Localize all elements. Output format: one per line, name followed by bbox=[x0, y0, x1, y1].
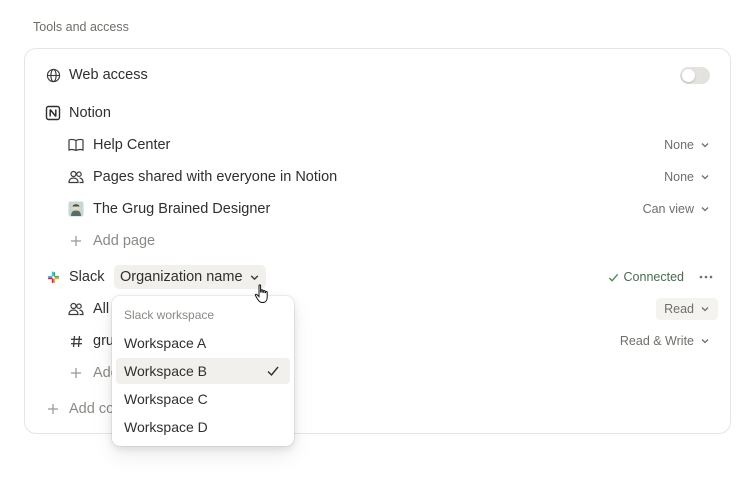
chevron-down-icon bbox=[701, 175, 709, 180]
workspace-option[interactable]: Workspace D bbox=[116, 414, 290, 440]
hand-cursor-icon bbox=[254, 284, 268, 304]
permission-dropdown[interactable]: None bbox=[664, 138, 710, 152]
page-label: The Grug Brained Designer bbox=[93, 201, 271, 217]
plus-icon bbox=[67, 364, 85, 382]
hash-icon bbox=[67, 332, 85, 350]
organization-name: Organization name bbox=[120, 269, 243, 285]
permission-dropdown[interactable]: None bbox=[664, 170, 710, 184]
page-label: Pages shared with everyone in Notion bbox=[93, 169, 338, 185]
page-label: Help Center bbox=[93, 137, 171, 153]
plus-icon bbox=[67, 232, 85, 250]
permission-value: Read & Write bbox=[619, 334, 694, 348]
avatar-image bbox=[67, 200, 85, 218]
permission-dropdown[interactable]: Read & Write bbox=[620, 334, 710, 348]
slack-logo-icon bbox=[44, 268, 62, 286]
permission-value: Read bbox=[664, 302, 694, 316]
workspace-option-label: Workspace A bbox=[124, 335, 207, 351]
book-icon bbox=[67, 136, 85, 154]
check-icon bbox=[267, 366, 279, 377]
plus-icon bbox=[44, 400, 62, 418]
notion-logo-icon bbox=[44, 104, 62, 122]
chevron-down-icon bbox=[701, 207, 709, 212]
connection-status-text: Connected bbox=[623, 270, 684, 284]
add-page-button[interactable]: Add page bbox=[25, 225, 730, 257]
permission-dropdown[interactable]: Can view bbox=[643, 202, 710, 216]
notion-page-row[interactable]: Pages shared with everyone in Notion Non… bbox=[25, 161, 730, 193]
toggle-knob bbox=[682, 68, 695, 82]
channel-label: All bbox=[93, 301, 110, 317]
workspace-dropdown-menu: Slack workspace Workspace A Workspace B … bbox=[112, 296, 294, 446]
slack-label: Slack bbox=[69, 269, 105, 285]
channel-label: gru bbox=[93, 333, 114, 349]
notion-page-row[interactable]: Help Center None bbox=[25, 129, 730, 161]
permission-value: None bbox=[664, 170, 694, 184]
dropdown-heading: Slack workspace bbox=[124, 308, 215, 322]
slack-row: Slack Organization name Connected bbox=[25, 261, 730, 293]
chevron-down-icon bbox=[250, 274, 258, 280]
connection-status: Connected bbox=[608, 270, 684, 284]
section-title: Tools and access bbox=[33, 20, 129, 34]
add-page-label: Add page bbox=[93, 233, 156, 249]
people-icon bbox=[67, 168, 85, 186]
workspace-option-selected[interactable]: Workspace B bbox=[116, 358, 290, 384]
notion-row: Notion bbox=[25, 97, 730, 129]
permission-value: Can view bbox=[642, 202, 694, 216]
workspace-option-label: Workspace B bbox=[124, 363, 207, 379]
web-access-toggle[interactable] bbox=[680, 66, 710, 84]
workspace-option-label: Workspace C bbox=[124, 391, 208, 407]
notion-page-row[interactable]: The Grug Brained Designer Can view bbox=[25, 193, 730, 225]
workspace-option-label: Workspace D bbox=[124, 419, 208, 435]
workspace-option[interactable]: Workspace C bbox=[116, 386, 290, 412]
web-access-label: Web access bbox=[69, 67, 148, 83]
add-connection-label: Add co bbox=[69, 401, 115, 417]
organization-select[interactable]: Organization name bbox=[114, 265, 266, 289]
web-access-row: Web access bbox=[25, 59, 730, 91]
globe-icon bbox=[44, 66, 62, 84]
chevron-down-icon bbox=[701, 143, 709, 148]
permission-dropdown[interactable]: Read bbox=[656, 298, 718, 320]
permission-value: None bbox=[664, 138, 694, 152]
check-icon bbox=[608, 273, 618, 282]
notion-label: Notion bbox=[69, 105, 111, 121]
chevron-down-icon bbox=[701, 307, 709, 312]
people-icon bbox=[67, 300, 85, 318]
more-options-icon[interactable] bbox=[698, 269, 714, 285]
workspace-option[interactable]: Workspace A bbox=[116, 330, 290, 356]
chevron-down-icon bbox=[701, 339, 709, 344]
